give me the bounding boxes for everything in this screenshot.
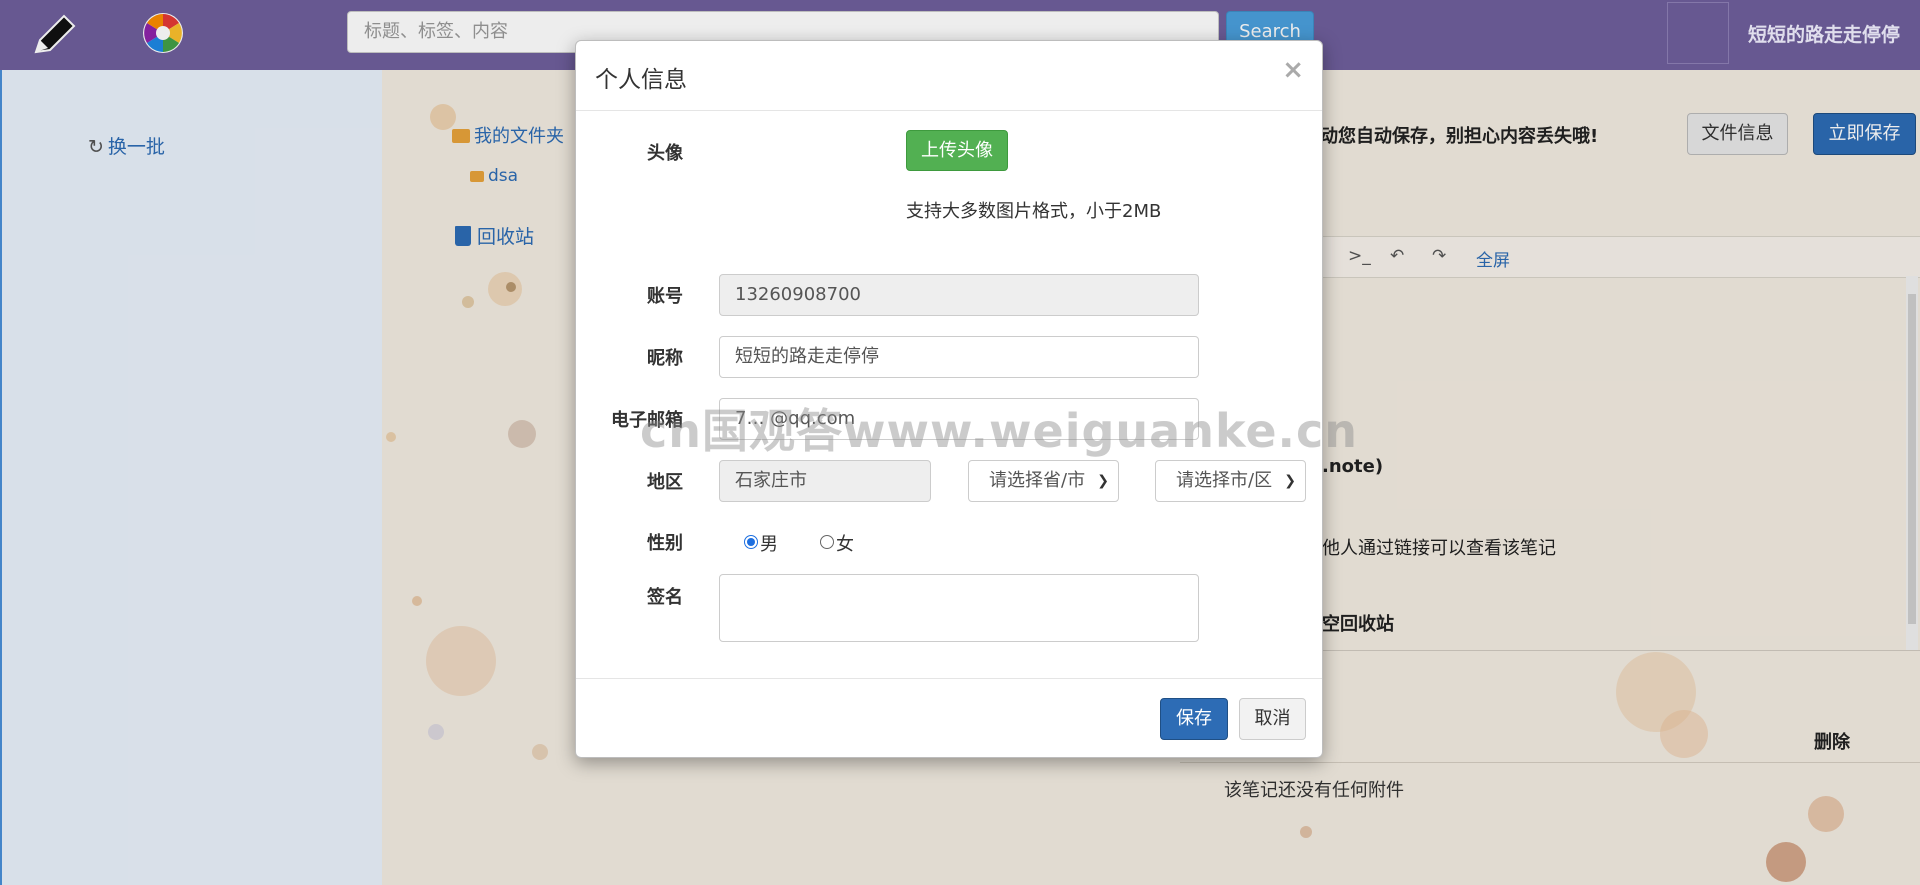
radio-checked-icon bbox=[744, 535, 758, 549]
gender-radio-male[interactable]: 男 bbox=[744, 530, 778, 556]
cancel-button[interactable]: 取消 bbox=[1239, 698, 1306, 740]
province-select[interactable]: 请选择省/市 ❯ bbox=[968, 460, 1119, 502]
nickname-field[interactable]: 短短的路走走停停 bbox=[719, 336, 1199, 378]
account-label: 账号 bbox=[647, 286, 683, 307]
gender-option-label: 女 bbox=[836, 534, 854, 555]
modal-header: 个人信息 × bbox=[576, 41, 1322, 111]
upload-avatar-button[interactable]: 上传头像 bbox=[906, 130, 1008, 171]
city-select-label: 请选择市/区 bbox=[1176, 470, 1273, 491]
account-field[interactable]: 13260908700 bbox=[719, 274, 1199, 316]
modal-footer-divider bbox=[576, 678, 1322, 679]
save-button[interactable]: 保存 bbox=[1160, 698, 1228, 740]
radio-unchecked-icon bbox=[820, 535, 834, 549]
upload-hint: 支持大多数图片格式，小于2MB bbox=[906, 201, 1162, 222]
avatar-label: 头像 bbox=[647, 143, 683, 164]
nickname-label: 昵称 bbox=[647, 348, 683, 369]
signature-textarea[interactable] bbox=[719, 574, 1199, 642]
gender-option-label: 男 bbox=[760, 534, 778, 555]
chevron-down-icon: ❯ bbox=[1097, 473, 1109, 489]
region-label: 地区 bbox=[647, 472, 683, 493]
city-select[interactable]: 请选择市/区 ❯ bbox=[1155, 460, 1306, 502]
province-select-label: 请选择省/市 bbox=[989, 470, 1086, 491]
gender-label: 性别 bbox=[647, 533, 683, 554]
signature-label: 签名 bbox=[647, 587, 683, 608]
chevron-down-icon: ❯ bbox=[1284, 473, 1296, 489]
watermark: cn国观答www.weiguanke.cn bbox=[640, 404, 1359, 458]
close-icon[interactable]: × bbox=[1282, 55, 1304, 85]
gender-radio-female[interactable]: 女 bbox=[820, 530, 854, 556]
region-field[interactable]: 石家庄市 bbox=[719, 460, 931, 502]
modal-title: 个人信息 bbox=[595, 67, 687, 93]
